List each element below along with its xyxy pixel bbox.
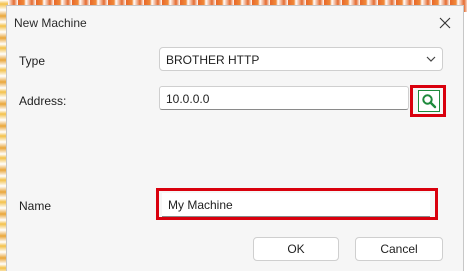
name-value: My Machine (168, 198, 233, 212)
close-icon (439, 17, 451, 29)
name-label: Name (19, 199, 52, 213)
type-label: Type (19, 54, 46, 68)
type-select-value: BROTHER HTTP (166, 53, 260, 67)
dialog-titlebar: New Machine (7, 6, 463, 38)
address-value: 10.0.0.0 (166, 92, 210, 106)
name-highlight: My Machine (156, 188, 438, 220)
dialog-title: New Machine (14, 16, 87, 30)
new-machine-dialog: New Machine Type BROTHER HTTP Address: 1… (6, 5, 464, 271)
lookup-button[interactable] (418, 90, 440, 112)
address-input[interactable]: 10.0.0.0 (159, 86, 409, 110)
ok-button[interactable]: OK (253, 237, 339, 261)
close-button[interactable] (435, 13, 455, 33)
lookup-highlight (410, 85, 446, 117)
name-input[interactable]: My Machine (162, 193, 430, 217)
type-select[interactable]: BROTHER HTTP (159, 47, 443, 71)
cancel-button[interactable]: Cancel (355, 237, 443, 261)
search-icon (422, 94, 437, 109)
chevron-down-icon (426, 56, 436, 62)
address-label: Address: (19, 94, 67, 108)
